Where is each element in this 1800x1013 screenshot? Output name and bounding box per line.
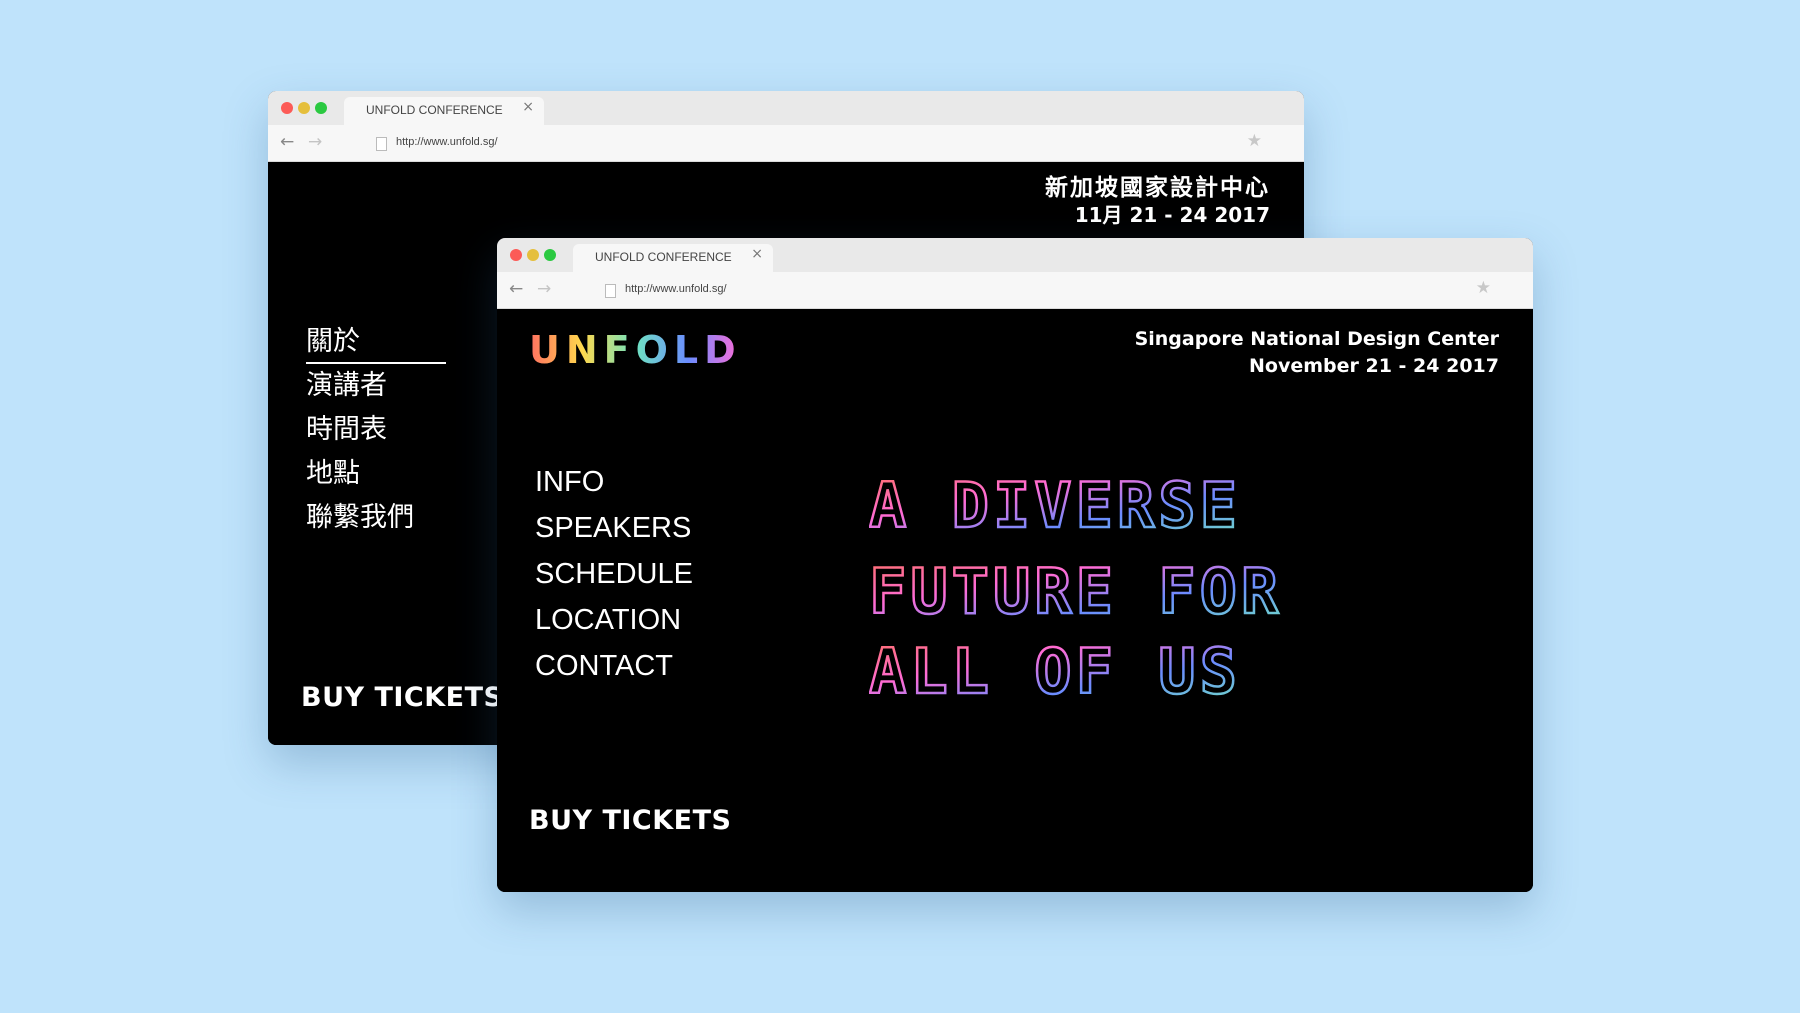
unfold-logo[interactable]: UNFOLD	[529, 325, 759, 373]
main-nav: 關於演講者時間表地點聯繫我們	[306, 322, 446, 542]
nav-item-label: INFO	[535, 466, 605, 498]
nav-item[interactable]: 關於	[306, 322, 446, 366]
nav-item-label: 聯繫我們	[306, 502, 414, 533]
close-window-button[interactable]	[281, 102, 293, 114]
minimize-window-button[interactable]	[298, 102, 310, 114]
tab-bar: UNFOLD CONFERENCE ×	[268, 91, 1304, 125]
maximize-window-button[interactable]	[315, 102, 327, 114]
back-arrow-icon[interactable]: ←	[509, 279, 523, 299]
browser-tab[interactable]: UNFOLD CONFERENCE ×	[344, 97, 544, 125]
back-arrow-icon[interactable]: ←	[280, 132, 294, 152]
venue-info: Singapore National Design Center Novembe…	[1135, 326, 1499, 380]
nav-item[interactable]: INFO	[535, 459, 693, 505]
page-icon	[605, 284, 616, 298]
close-window-button[interactable]	[510, 249, 522, 261]
main-nav: INFO SPEAKERS SCHEDULE LOCATION CONTACT	[535, 459, 693, 689]
close-icon[interactable]: ×	[751, 246, 763, 262]
venue-info: 新加坡國家設計中心 11月 21 - 24 2017	[1045, 174, 1270, 228]
close-icon[interactable]: ×	[522, 99, 534, 115]
buy-tickets-button[interactable]: BUY TICKETS	[529, 805, 731, 836]
nav-item-label: LOCATION	[535, 604, 682, 636]
event-dates: 11月 21 - 24 2017	[1074, 203, 1270, 227]
forward-arrow-icon[interactable]: →	[308, 132, 322, 152]
nav-item[interactable]: 聯繫我們	[306, 498, 446, 542]
nav-item[interactable]: 演講者	[306, 366, 446, 410]
address-bar: ← → http://www.unfold.sg/ ★	[268, 125, 1304, 162]
tab-title: UNFOLD CONFERENCE	[595, 250, 732, 264]
nav-item-label: 時間表	[306, 414, 387, 445]
headline-line-2: FUTURE FOR	[869, 555, 1282, 628]
nav-item-label: 演講者	[306, 370, 387, 401]
tab-bar: UNFOLD CONFERENCE ×	[497, 238, 1533, 272]
url-field[interactable]: http://www.unfold.sg/	[396, 136, 498, 148]
nav-item-label: SPEAKERS	[535, 512, 692, 544]
minimize-window-button[interactable]	[527, 249, 539, 261]
nav-item-label: SCHEDULE	[535, 558, 693, 590]
nav-item[interactable]: SPEAKERS	[535, 505, 693, 551]
page-content: UNFOLD Singapore National Design Center …	[497, 309, 1533, 892]
nav-item[interactable]: 地點	[306, 454, 446, 498]
bookmark-star-icon[interactable]: ★	[1476, 278, 1491, 298]
nav-item[interactable]: LOCATION	[535, 597, 693, 643]
buy-tickets-button[interactable]: BUY TICKETS	[301, 682, 503, 713]
nav-item-label: 關於	[306, 322, 446, 364]
page-icon	[376, 137, 387, 151]
nav-item[interactable]: 時間表	[306, 410, 446, 454]
tab-title: UNFOLD CONFERENCE	[366, 103, 503, 117]
headline-line-1: A DIVERSE	[869, 469, 1241, 542]
browser-tab[interactable]: UNFOLD CONFERENCE ×	[573, 244, 773, 272]
nav-item[interactable]: SCHEDULE	[535, 551, 693, 597]
bookmark-star-icon[interactable]: ★	[1247, 131, 1262, 151]
nav-item[interactable]: CONTACT	[535, 643, 693, 689]
maximize-window-button[interactable]	[544, 249, 556, 261]
url-field[interactable]: http://www.unfold.sg/	[625, 283, 727, 295]
logo-text: UNFOLD	[529, 328, 742, 372]
nav-item-label: CONTACT	[535, 650, 674, 682]
forward-arrow-icon[interactable]: →	[537, 279, 551, 299]
event-dates: November 21 - 24 2017	[1249, 355, 1499, 377]
headline-line-3: ALL OF US	[869, 635, 1241, 707]
hero-headline: A DIVERSE FUTURE FOR ALL OF US	[869, 468, 1282, 707]
venue-name: Singapore National Design Center	[1134, 328, 1499, 350]
venue-name: 新加坡國家設計中心	[1045, 175, 1270, 201]
browser-window-english: UNFOLD CONFERENCE × ← → http://www.unfol…	[497, 238, 1533, 892]
address-bar: ← → http://www.unfold.sg/ ★	[497, 272, 1533, 309]
nav-item-label: 地點	[306, 458, 360, 489]
